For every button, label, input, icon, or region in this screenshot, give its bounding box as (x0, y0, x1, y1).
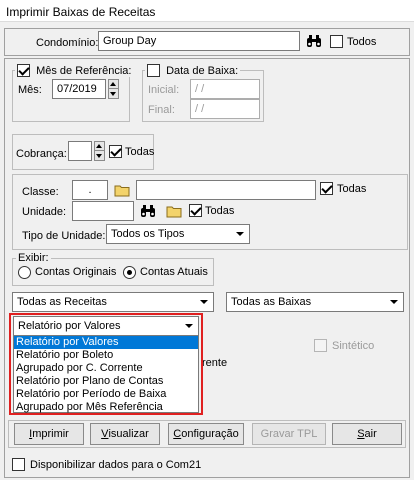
condominio-input[interactable]: Group Day (98, 31, 300, 51)
mes-label: Mês: (18, 84, 42, 96)
mes-ref-checkbox[interactable] (17, 64, 30, 77)
chevron-down-icon (387, 295, 401, 309)
final-label: Final: (148, 104, 175, 116)
tipo-unidade-value: Todos os Tipos (111, 228, 185, 240)
contas-atuais-radio[interactable] (123, 266, 136, 279)
com21-label: Disponibilizar dados para o Com21 (30, 459, 202, 471)
classe-todas-checkbox[interactable] (320, 182, 333, 195)
mes-ref-legend-label: Mês de Referência: (36, 64, 132, 77)
window-title: Imprimir Baixas de Receitas (6, 5, 156, 19)
gravar-tpl-label: Gravar TPL (260, 428, 318, 440)
exibir-legend: Exibir: (16, 252, 51, 264)
cobranca-todas-checkbox[interactable] (109, 145, 122, 158)
sair-label: air (364, 428, 377, 440)
imprimir-button[interactable]: Imprimir (14, 423, 84, 445)
data-baixa-checkbox[interactable] (147, 64, 160, 77)
sintetico-checkbox[interactable] (314, 339, 327, 352)
contas-originais-label: Contas Originais (35, 266, 117, 278)
contas-atuais-label: Contas Atuais (140, 266, 208, 278)
final-input[interactable]: / / (190, 99, 260, 119)
unidade-label: Unidade: (22, 206, 67, 218)
classe-name-input[interactable] (136, 180, 316, 200)
mes-ref-legend: Mês de Referência: (15, 64, 134, 77)
data-baixa-legend-label: Data de Baixa: (166, 64, 239, 77)
receitas-select[interactable]: Todas as Receitas (12, 292, 214, 312)
configuracao-accel: C (173, 428, 182, 440)
tipo-unidade-label: Tipo de Unidade: (22, 230, 106, 242)
visualizar-accel: V (101, 428, 109, 440)
visualizar-label: isualizar (108, 428, 149, 440)
cobranca-spin-icon[interactable] (94, 141, 105, 161)
cobranca-input[interactable] (68, 141, 92, 161)
chevron-down-icon (197, 295, 211, 309)
condominio-todos-label: Todos (347, 36, 377, 48)
condominio-label: Condomínio: (36, 37, 99, 49)
contas-originais-radio[interactable] (18, 266, 31, 279)
highlight-box (9, 313, 203, 415)
classe-todas-label: Todas (337, 183, 367, 195)
baixas-value: Todas as Baixas (231, 296, 312, 308)
receitas-value: Todas as Receitas (17, 296, 107, 308)
unidade-input[interactable] (72, 201, 134, 221)
sintetico-label: Sintético (332, 340, 375, 352)
binoculars-icon[interactable] (304, 31, 324, 51)
cobranca-label: Cobrança: (16, 148, 67, 160)
sair-button[interactable]: Sair (332, 423, 402, 445)
mes-input[interactable]: 07/2019 (52, 79, 106, 99)
condominio-todos-checkbox[interactable] (330, 35, 343, 48)
chevron-down-icon (233, 227, 247, 241)
folder-icon[interactable] (164, 201, 184, 221)
visualizar-button[interactable]: Visualizar (90, 423, 160, 445)
hidden-option-text: rente (202, 357, 228, 369)
inicial-label: Inicial: (148, 84, 180, 96)
cobranca-todas-label: Todas (125, 146, 155, 158)
mes-spin-icon[interactable] (108, 79, 119, 99)
classe-label: Classe: (22, 186, 59, 198)
binoculars-icon[interactable] (138, 201, 158, 221)
imprimir-label: mprimir (32, 428, 69, 440)
tipo-unidade-select[interactable]: Todos os Tipos (106, 224, 250, 244)
sair-accel: S (357, 428, 365, 440)
unidade-todas-checkbox[interactable] (189, 204, 202, 217)
title-bar: Imprimir Baixas de Receitas (0, 0, 414, 22)
gravar-tpl-button[interactable]: Gravar TPL (252, 423, 326, 445)
configuracao-label: onfiguração (181, 428, 239, 440)
inicial-input[interactable]: / / (190, 79, 260, 99)
com21-checkbox[interactable] (12, 458, 25, 471)
configuracao-button[interactable]: Configuração (168, 423, 244, 445)
classe-code-input[interactable]: . (72, 180, 108, 200)
baixas-select[interactable]: Todas as Baixas (226, 292, 404, 312)
folder-icon[interactable] (112, 180, 132, 200)
data-baixa-legend: Data de Baixa: (145, 64, 241, 77)
unidade-todas-label: Todas (205, 205, 235, 217)
